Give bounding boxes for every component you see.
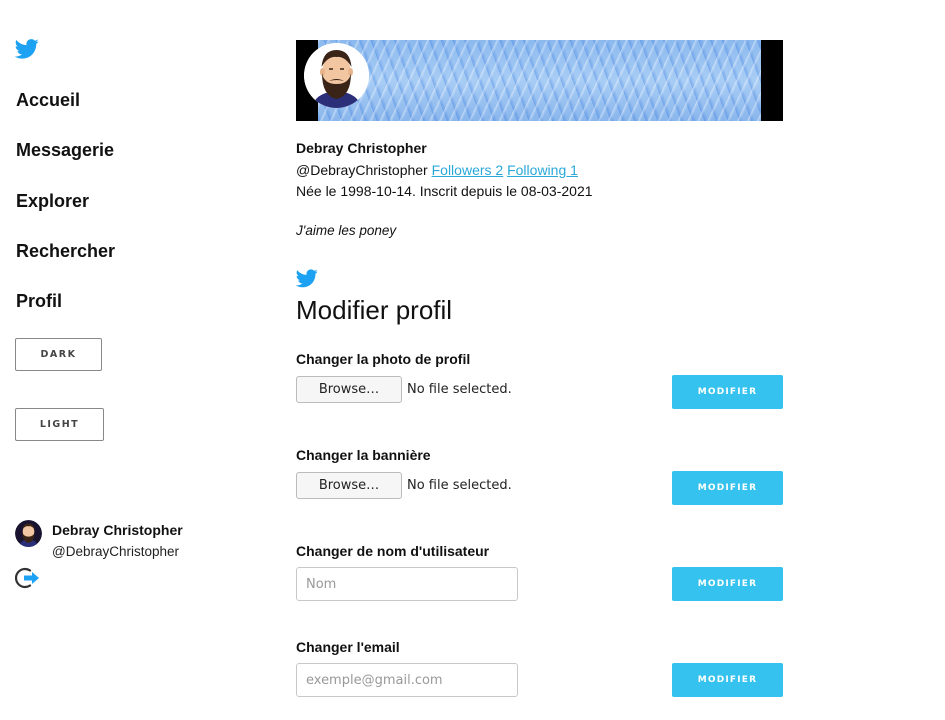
nav-profil[interactable]: Profil: [16, 291, 62, 312]
photo-file-status: No file selected.: [407, 382, 512, 397]
bird-icon[interactable]: [15, 38, 39, 60]
user-handle: @DebrayChristopher: [52, 544, 180, 559]
nav-accueil[interactable]: Accueil: [16, 90, 80, 111]
banner-label: Changer la bannière: [296, 447, 431, 463]
banner-file-status: No file selected.: [407, 478, 512, 493]
email-label: Changer l'email: [296, 639, 400, 655]
avatar: [15, 520, 42, 547]
photo-label: Changer la photo de profil: [296, 351, 471, 367]
photo-modifier-button[interactable]: MODIFIER: [672, 375, 783, 409]
bird-icon: [296, 269, 318, 288]
nav-messagerie[interactable]: Messagerie: [16, 140, 114, 161]
banner-browse-button[interactable]: Browse…: [296, 472, 402, 499]
username-label: Changer de nom d'utilisateur: [296, 543, 490, 559]
username-input[interactable]: [296, 567, 518, 601]
dark-theme-button[interactable]: DARK: [15, 338, 102, 371]
banner-image: [318, 40, 761, 121]
photo-browse-button[interactable]: Browse…: [296, 376, 402, 403]
nav-explorer[interactable]: Explorer: [16, 191, 89, 212]
profile-dates: Née le 1998-10-14. Inscrit depuis le 08-…: [296, 183, 593, 199]
profile-banner: [296, 40, 783, 121]
nav-rechercher[interactable]: Rechercher: [16, 241, 115, 262]
profile-avatar: [304, 43, 369, 108]
followers-link[interactable]: Followers 2: [432, 162, 504, 178]
user-name: Debray Christopher: [52, 522, 183, 538]
profile-bio: J'aime les poney: [296, 223, 397, 238]
email-input[interactable]: [296, 663, 518, 697]
banner-modifier-button[interactable]: MODIFIER: [672, 471, 783, 505]
profile-meta: @DebrayChristopher Followers 2 Following…: [296, 162, 578, 178]
light-theme-button[interactable]: LIGHT: [15, 408, 104, 441]
email-modifier-button[interactable]: MODIFIER: [672, 663, 783, 697]
sidebar: Accueil Messagerie Explorer Rechercher P…: [0, 0, 260, 720]
profile-handle: @DebrayChristopher: [296, 162, 428, 178]
profile-name: Debray Christopher: [296, 140, 427, 156]
edit-profile-title: Modifier profil: [296, 295, 453, 325]
following-link[interactable]: Following 1: [507, 162, 578, 178]
username-modifier-button[interactable]: MODIFIER: [672, 567, 783, 601]
logout-icon[interactable]: [15, 567, 41, 589]
